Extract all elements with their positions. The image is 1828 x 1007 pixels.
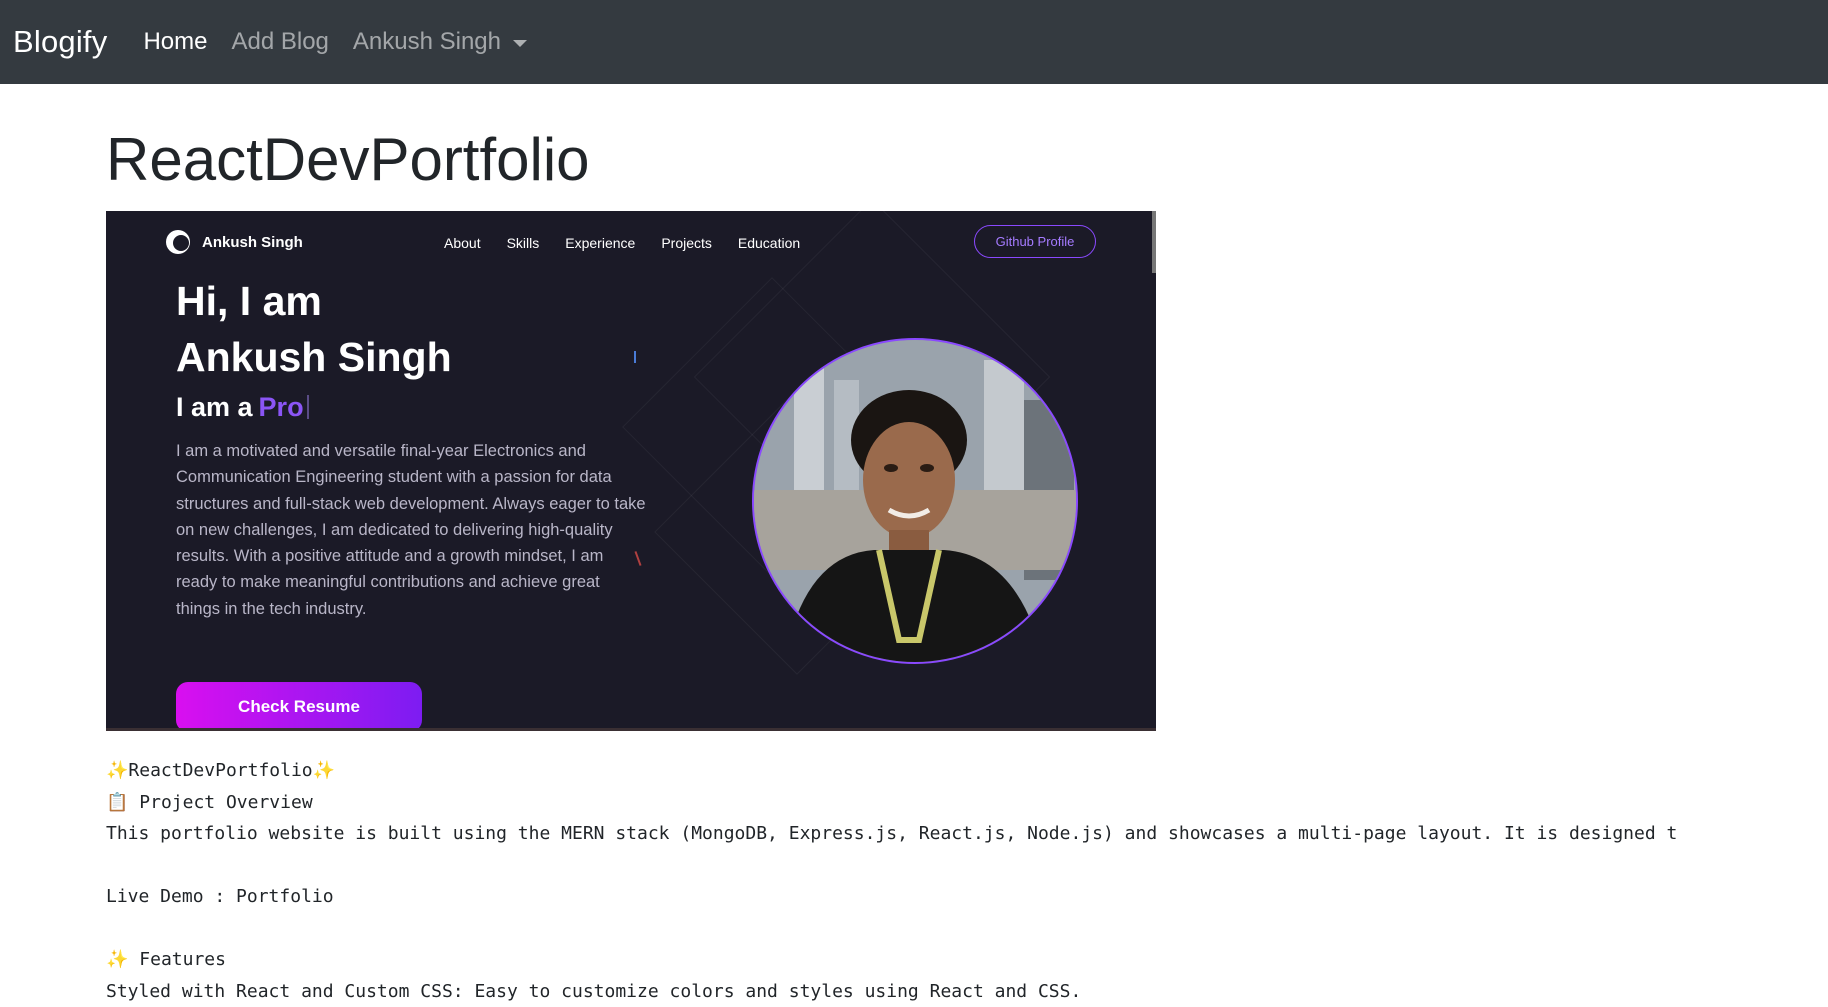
decorative-mark [634,351,636,363]
profile-photo-illustration [754,340,1076,662]
divider [106,728,1156,731]
overview-title: Project Overview [139,792,312,813]
hero-logo-text: Ankush Singh [202,234,303,251]
hero-role-prefix: I am a [176,392,253,422]
user-dropdown-label: Ankush Singh [353,28,501,56]
hero-greeting: Hi, I am Ankush Singh [176,273,452,385]
typing-cursor [307,395,309,419]
features-title: Features [139,949,226,970]
live-demo-line: Live Demo : Portfolio [106,881,1828,913]
logo-icon [166,230,190,254]
hero-role-line: I am aPro [176,392,309,423]
post-body: ✨ReactDevPortfolio✨ 📋 Project Overview T… [106,755,1828,1007]
hero-resume-button: Check Resume [176,682,422,731]
hero-intro-text: I am a motivated and versatile final-yea… [176,438,646,622]
post-title: ReactDevPortfolio [106,130,1828,190]
blog-post: ReactDevPortfolio Ankush Singh About Ski… [0,130,1828,1007]
clipboard-icon: 📋 [106,792,128,813]
feature-item: Styled with React and Custom CSS: Easy t… [106,976,1828,1007]
hero-nav-skills: Skills [507,235,540,251]
hero-nav-education: Education [738,235,800,251]
caret-down-icon [513,40,527,47]
profile-photo [752,338,1078,664]
sparkles-icon: ✨ [106,949,128,970]
scrollbar-thumb [1152,211,1156,273]
features-heading: ✨ Features [106,944,1828,976]
blank-line [106,913,1828,945]
overview-text: This portfolio website is built using th… [106,818,1828,850]
hero-nav-about: About [444,235,481,251]
post-cover-image: Ankush Singh About Skills Experience Pro… [106,211,1156,731]
brand-logo[interactable]: Blogify [13,24,107,60]
hero-nav-projects: Projects [661,235,712,251]
hero-role-typed: Pro [259,392,304,422]
hero-nav-experience: Experience [565,235,635,251]
hero-greeting-line2: Ankush Singh [176,329,452,385]
blank-line [106,850,1828,882]
nav-add-blog[interactable]: Add Blog [231,28,328,56]
overview-heading: 📋 Project Overview [106,787,1828,819]
top-navbar: Blogify Home Add Blog Ankush Singh [0,0,1828,84]
nav-home[interactable]: Home [143,28,207,56]
body-heading: ✨ReactDevPortfolio✨ [106,755,1828,787]
hero-github-button: Github Profile [974,225,1096,258]
user-dropdown[interactable]: Ankush Singh [353,28,527,56]
hero-logo: Ankush Singh [166,230,303,254]
hero-greeting-line1: Hi, I am [176,273,452,329]
hero-nav: About Skills Experience Projects Educati… [444,235,826,251]
